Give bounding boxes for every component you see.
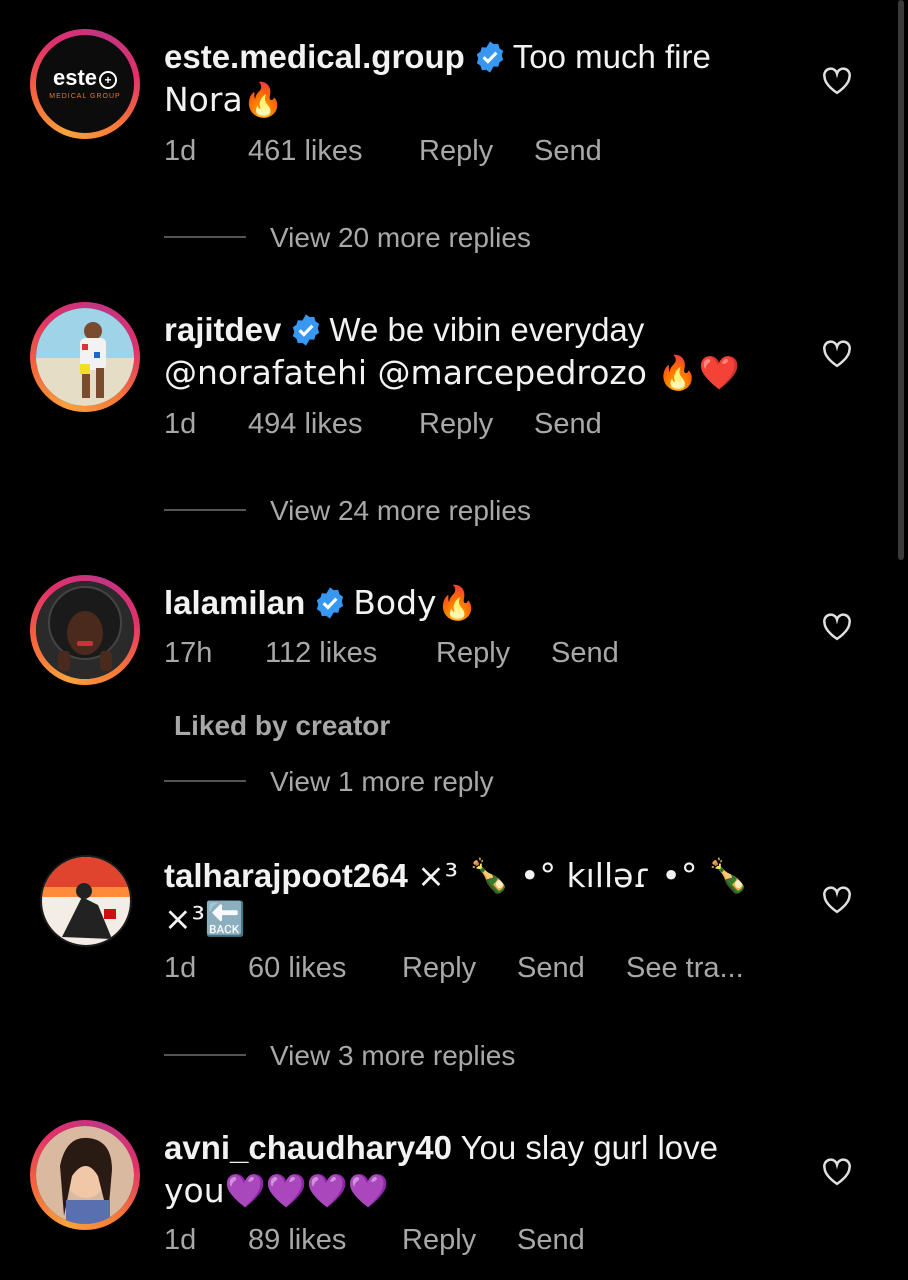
avatar[interactable]	[30, 1120, 140, 1230]
username[interactable]: este.medical.group	[164, 38, 465, 75]
send-button[interactable]: Send	[534, 135, 602, 168]
reply-button[interactable]: Reply	[402, 1224, 517, 1257]
comment-body: Too much fire	[512, 38, 711, 75]
view-replies-button[interactable]: View 20 more replies	[164, 222, 531, 254]
comment-body-line2: @norafatehi @marcepedrozo 🔥❤️	[164, 353, 740, 392]
send-button[interactable]: Send	[517, 1224, 585, 1257]
avatar-photo	[36, 308, 134, 406]
likes-count[interactable]: 89 likes	[248, 1224, 402, 1257]
replies-divider	[164, 509, 246, 511]
likes-count[interactable]: 461 likes	[248, 135, 419, 168]
replies-divider	[164, 236, 246, 238]
comment-body: Body🔥	[353, 583, 478, 622]
verified-badge-icon	[317, 587, 344, 619]
reply-button[interactable]: Reply	[419, 135, 534, 168]
heart-outline-icon[interactable]	[822, 613, 852, 641]
comment-text: lalamilan Body🔥	[164, 581, 764, 624]
verified-badge-icon	[293, 314, 320, 346]
verified-badge-icon	[476, 41, 503, 73]
replies-divider	[164, 780, 246, 782]
comment-text: rajitdev We be vibin everyday @norafatehi…	[164, 308, 764, 394]
comment-time: 1d	[164, 952, 197, 984]
heart-outline-icon[interactable]	[822, 886, 852, 914]
likes-count[interactable]: 112 likes	[265, 637, 436, 670]
comment-text: talharajpoot264 ×³ 🍾 •° kılləɾ •° 🍾 ×³🔙	[164, 854, 784, 940]
view-replies-label: View 20 more replies	[270, 222, 531, 253]
comment-body-line2: ×³🔙	[164, 899, 246, 938]
comment-meta: 1d 89 likes Reply Send	[164, 1224, 585, 1257]
heart-outline-icon[interactable]	[822, 340, 852, 368]
send-button[interactable]: Send	[534, 408, 602, 441]
likes-count[interactable]: 60 likes	[248, 952, 402, 985]
see-translation-button[interactable]: See tra...	[626, 952, 744, 985]
comment-meta: 1d 60 likes Reply Send See tra...	[164, 952, 744, 985]
replies-divider	[164, 1054, 246, 1056]
reply-button[interactable]: Reply	[419, 408, 534, 441]
likes-count[interactable]: 494 likes	[248, 408, 419, 441]
liked-by-creator-label: Liked by creator	[174, 710, 391, 741]
comment-body: We be vibin everyday	[329, 311, 645, 348]
view-replies-label: View 1 more reply	[270, 766, 494, 797]
comment-text: avni_chaudhary40 You slay gurl love you💜…	[164, 1126, 764, 1212]
comment-body-line2: you💜💜💜💜	[164, 1171, 389, 1210]
username[interactable]: talharajpoot264	[164, 857, 408, 894]
avatar[interactable]	[30, 575, 140, 685]
avatar[interactable]	[40, 855, 132, 947]
send-button[interactable]: Send	[551, 637, 619, 670]
username[interactable]: rajitdev	[164, 311, 281, 348]
comment-meta: 17h 112 likes Reply Send	[164, 637, 619, 670]
comment-body: You slay gurl love	[460, 1129, 719, 1166]
comment-body-line2: Nora🔥	[164, 80, 284, 119]
avatar-logo-subtext: MEDICAL GROUP	[49, 93, 121, 100]
view-replies-button[interactable]: View 3 more replies	[164, 1040, 515, 1072]
heart-outline-icon[interactable]	[822, 67, 852, 95]
comment-meta: 1d 461 likes Reply Send	[164, 135, 602, 168]
heart-outline-icon[interactable]	[822, 1158, 852, 1186]
username[interactable]: avni_chaudhary40	[164, 1129, 452, 1166]
view-replies-button[interactable]: View 1 more reply	[164, 766, 494, 798]
avatar-photo	[42, 857, 130, 945]
reply-button[interactable]: Reply	[436, 637, 551, 670]
comment-text: este.medical.group Too much fire Nora🔥	[164, 35, 764, 121]
view-replies-label: View 3 more replies	[270, 1040, 516, 1071]
comment-time: 1d	[164, 135, 197, 167]
comment-body: ×³ 🍾 •° kılləɾ •° 🍾	[417, 856, 749, 895]
avatar-photo	[36, 581, 134, 679]
comment-time: 1d	[164, 408, 197, 440]
comment-time: 17h	[164, 637, 213, 669]
comment-time: 1d	[164, 1224, 197, 1256]
send-button[interactable]: Send	[517, 952, 626, 985]
view-replies-label: View 24 more replies	[270, 495, 531, 526]
comment-meta: 1d 494 likes Reply Send	[164, 408, 602, 441]
avatar[interactable]: este + MEDICAL GROUP	[30, 29, 140, 139]
avatar[interactable]	[30, 302, 140, 412]
reply-button[interactable]: Reply	[402, 952, 517, 985]
avatar-logo-text: este	[52, 65, 98, 90]
view-replies-button[interactable]: View 24 more replies	[164, 495, 531, 527]
scrollbar[interactable]	[898, 0, 904, 560]
avatar-photo	[36, 1126, 134, 1224]
username[interactable]: lalamilan	[164, 584, 305, 621]
